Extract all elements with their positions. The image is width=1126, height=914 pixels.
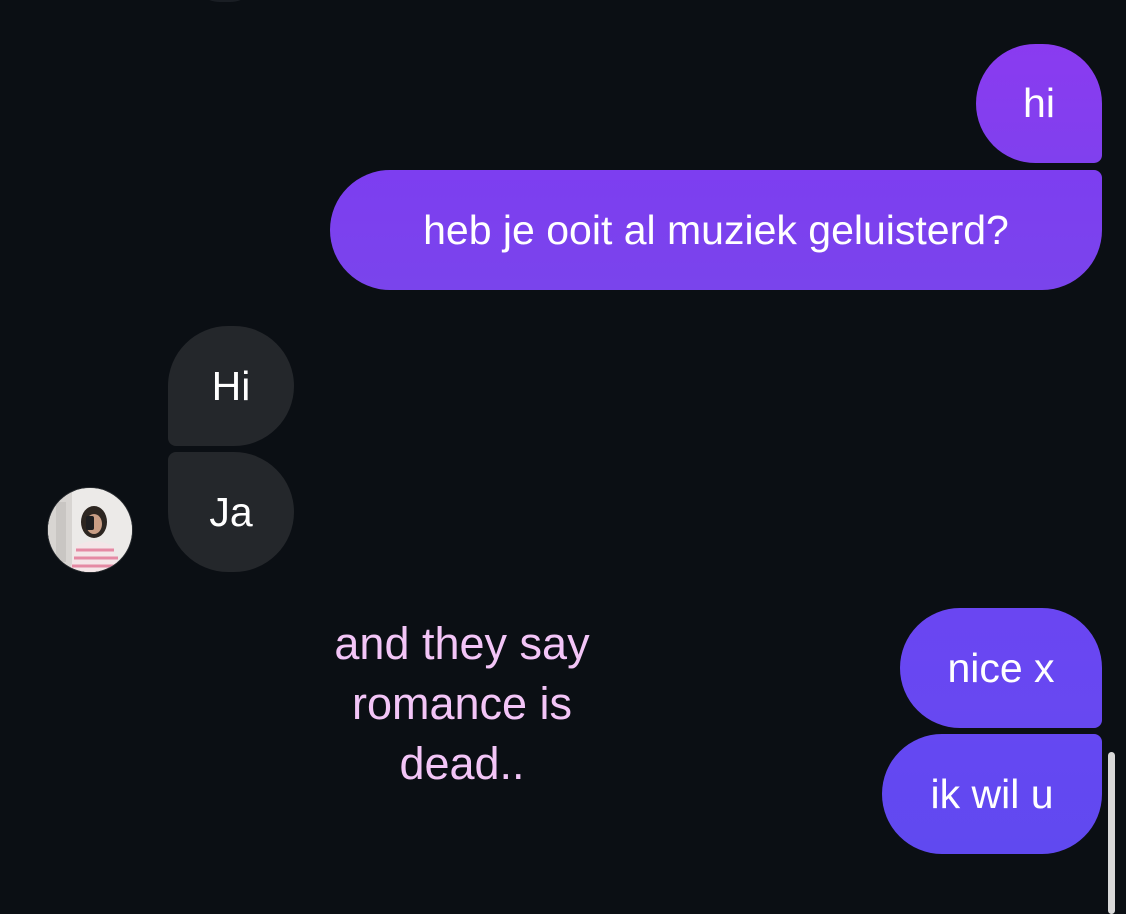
contact-avatar-icon[interactable] <box>48 488 132 572</box>
message-bubble-sent-hi[interactable]: hi <box>976 44 1102 163</box>
message-text: ik wil u <box>930 770 1054 817</box>
message-bubble-sent-nice[interactable]: nice x <box>900 608 1102 728</box>
overlay-caption: and they say romance is dead.. <box>334 618 590 789</box>
message-bubble-received-hi[interactable]: Hi <box>168 326 294 446</box>
chat-thread: hi heb je ooit al muziek geluisterd? Hi … <box>0 0 1126 914</box>
message-bubble-sent-ik-wil-u[interactable]: ik wil u <box>882 734 1102 854</box>
message-text: Ja <box>209 488 253 535</box>
partial-avatar-top <box>190 0 260 2</box>
message-text: heb je ooit al muziek geluisterd? <box>423 206 1009 253</box>
message-text: Hi <box>211 362 251 409</box>
message-bubble-received-ja[interactable]: Ja <box>168 452 294 572</box>
message-bubble-sent-question[interactable]: heb je ooit al muziek geluisterd? <box>330 170 1102 290</box>
profile-photo-icon <box>48 488 132 572</box>
scrollbar[interactable] <box>1108 752 1115 914</box>
message-text: hi <box>1023 80 1055 126</box>
message-text: nice x <box>947 644 1055 691</box>
